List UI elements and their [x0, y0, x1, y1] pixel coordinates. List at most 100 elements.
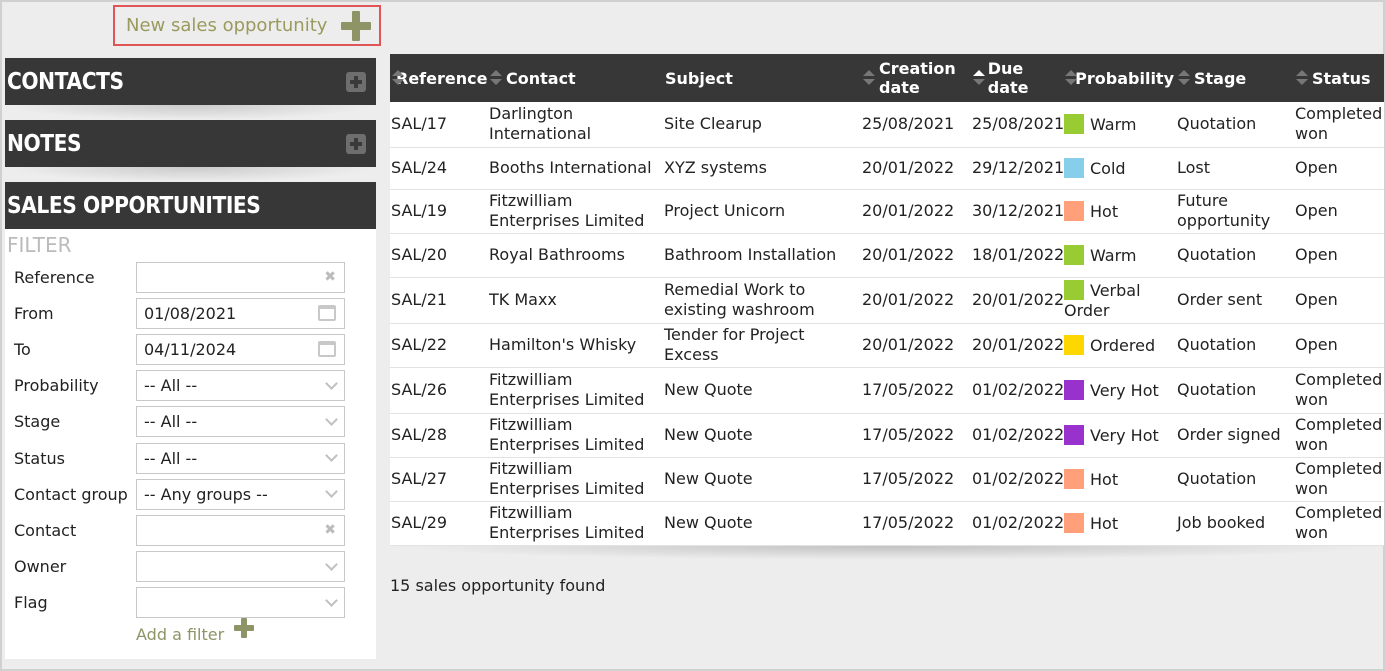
table-row[interactable]: SAL/28 Fitzwilliam Enterprises Limited New… — [390, 413, 1384, 458]
table-row[interactable]: SAL/26 Fitzwilliam Enterprises Limited New… — [390, 367, 1384, 414]
notes-panel-header[interactable]: NOTES — [5, 120, 376, 167]
cell-reference: SAL/24 — [390, 147, 488, 190]
cell-subject: New Quote — [663, 413, 861, 458]
table-row[interactable]: SAL/21 TK Maxx Remedial Work to existing w… — [390, 277, 1384, 324]
cell-status: Completed won — [1294, 457, 1384, 502]
cell-creation-date: 17/05/2022 — [861, 501, 971, 546]
cell-contact: TK Maxx — [488, 277, 663, 324]
cell-reference: SAL/28 — [390, 413, 488, 458]
filter-to-value: 04/11/2024 — [144, 339, 237, 359]
cell-status: Open — [1294, 189, 1384, 234]
sales-opportunities-title: SALES OPPORTUNITIES — [7, 192, 261, 219]
cell-due-date: 01/02/2022 — [971, 457, 1064, 502]
cell-creation-date: 25/08/2021 — [861, 102, 971, 148]
add-contact-icon[interactable] — [346, 71, 366, 92]
probability-label: Very Hot — [1090, 380, 1159, 400]
sales-opportunities-table: Reference Contact Subject Creation date … — [390, 54, 1384, 546]
filter-label: Contact — [14, 520, 77, 540]
table-row[interactable]: SAL/17 Darlington International Site Clear… — [390, 102, 1384, 148]
header-contact[interactable]: Contact — [488, 54, 663, 102]
cell-creation-date: 17/05/2022 — [861, 457, 971, 502]
filter-row: Contact ✖ — [5, 512, 376, 548]
cell-due-date: 01/02/2022 — [971, 413, 1064, 458]
filter-row: Status -- All -- — [5, 440, 376, 476]
filter-reference-field[interactable]: ✖ — [136, 261, 345, 293]
probability-color-swatch — [1064, 113, 1084, 134]
header-creation-date[interactable]: Creation date — [861, 54, 971, 102]
filter-title: FILTER — [7, 233, 72, 257]
new-sales-opportunity-button[interactable]: New sales opportunity — [113, 5, 381, 46]
filter-status-field[interactable]: -- All -- — [136, 442, 345, 474]
table-row[interactable]: SAL/20 Royal Bathrooms Bathroom Installati… — [390, 233, 1384, 278]
filter-from-field[interactable]: 01/08/2021 — [136, 297, 345, 329]
header-reference[interactable]: Reference — [390, 54, 488, 102]
calendar-icon — [318, 305, 336, 322]
cell-stage: Quotation — [1176, 457, 1294, 502]
table-row[interactable]: SAL/19 Fitzwilliam Enterprises Limited Pro… — [390, 189, 1384, 234]
filter-stage-value: -- All -- — [144, 412, 198, 432]
filter-contact-group-value: -- Any groups -- — [144, 484, 268, 504]
plus-icon — [341, 10, 372, 41]
filter-to-field[interactable]: 04/11/2024 — [136, 333, 345, 365]
header-reference-label: Reference — [396, 68, 488, 88]
cell-creation-date: 20/01/2022 — [861, 189, 971, 234]
probability-label: Ordered — [1090, 335, 1156, 355]
filter-flag-field[interactable] — [136, 587, 345, 619]
table-row[interactable]: SAL/24 Booths International XYZ systems 20/… — [390, 147, 1384, 190]
contacts-panel-header[interactable]: CONTACTS — [5, 58, 376, 105]
cell-creation-date: 17/05/2022 — [861, 413, 971, 458]
cell-creation-date: 20/01/2022 — [861, 277, 971, 324]
cell-stage: Future opportunity — [1176, 189, 1294, 234]
chevron-down-icon — [325, 412, 338, 426]
sort-icon — [1296, 70, 1308, 86]
filter-owner-field[interactable] — [136, 551, 345, 583]
filter-stage-field[interactable]: -- All -- — [136, 406, 345, 438]
table-row[interactable]: SAL/29 Fitzwilliam Enterprises Limited New… — [390, 501, 1384, 546]
table-row[interactable]: SAL/27 Fitzwilliam Enterprises Limited New… — [390, 457, 1384, 502]
header-stage[interactable]: Stage — [1176, 54, 1294, 102]
cell-probability: Hot — [1063, 189, 1176, 234]
cell-contact: Royal Bathrooms — [488, 233, 663, 278]
header-probability[interactable]: Probability — [1063, 54, 1176, 102]
filter-probability-field[interactable]: -- All -- — [136, 370, 345, 402]
sidebar: CONTACTS NOTES SALES OPPORTUNITIES FILTE… — [5, 58, 376, 671]
filter-contact-group-field[interactable]: -- Any groups -- — [136, 478, 345, 510]
cell-probability: Cold — [1063, 147, 1176, 190]
add-filter-button[interactable]: Add a filter — [136, 617, 255, 644]
header-due-date[interactable]: Due date — [971, 54, 1063, 102]
filter-row: Contact group -- Any groups -- — [5, 476, 376, 512]
probability-color-swatch — [1064, 512, 1084, 533]
probability-label: Hot — [1090, 469, 1119, 489]
add-note-icon[interactable] — [346, 133, 366, 154]
cell-creation-date: 20/01/2022 — [861, 323, 971, 368]
sales-opportunities-panel-header[interactable]: SALES OPPORTUNITIES — [5, 182, 376, 229]
cell-reference: SAL/22 — [390, 323, 488, 368]
filter-label: Flag — [14, 593, 48, 613]
filter-label: Contact group — [14, 484, 128, 504]
header-status-label: Status — [1312, 68, 1371, 88]
cell-subject: Bathroom Installation — [663, 233, 861, 278]
probability-label: Warm — [1090, 245, 1137, 265]
header-subject[interactable]: Subject — [663, 54, 861, 102]
cell-reference: SAL/21 — [390, 277, 488, 324]
cell-reference: SAL/29 — [390, 501, 488, 546]
filter-probability-value: -- All -- — [144, 376, 198, 396]
clear-icon[interactable]: ✖ — [324, 522, 336, 538]
clear-icon[interactable]: ✖ — [324, 269, 336, 285]
header-status[interactable]: Status — [1294, 54, 1384, 102]
cell-subject: New Quote — [663, 367, 861, 414]
filter-status-value: -- All -- — [144, 448, 198, 468]
filter-contact-field[interactable]: ✖ — [136, 514, 345, 546]
filter-label: Reference — [14, 267, 95, 287]
probability-label: Very Hot — [1090, 425, 1159, 445]
header-subject-label: Subject — [665, 68, 733, 88]
filter-row: Owner — [5, 549, 376, 585]
cell-stage: Order sent — [1176, 277, 1294, 324]
filter-label: Stage — [14, 412, 61, 432]
table-row[interactable]: SAL/22 Hamilton's Whisky Tender for Projec… — [390, 323, 1384, 368]
cell-subject: Project Unicorn — [663, 189, 861, 234]
cell-status: Open — [1294, 277, 1384, 324]
probability-color-swatch — [1064, 200, 1084, 221]
cell-stage: Job booked — [1176, 501, 1294, 546]
notes-title: NOTES — [7, 130, 82, 157]
